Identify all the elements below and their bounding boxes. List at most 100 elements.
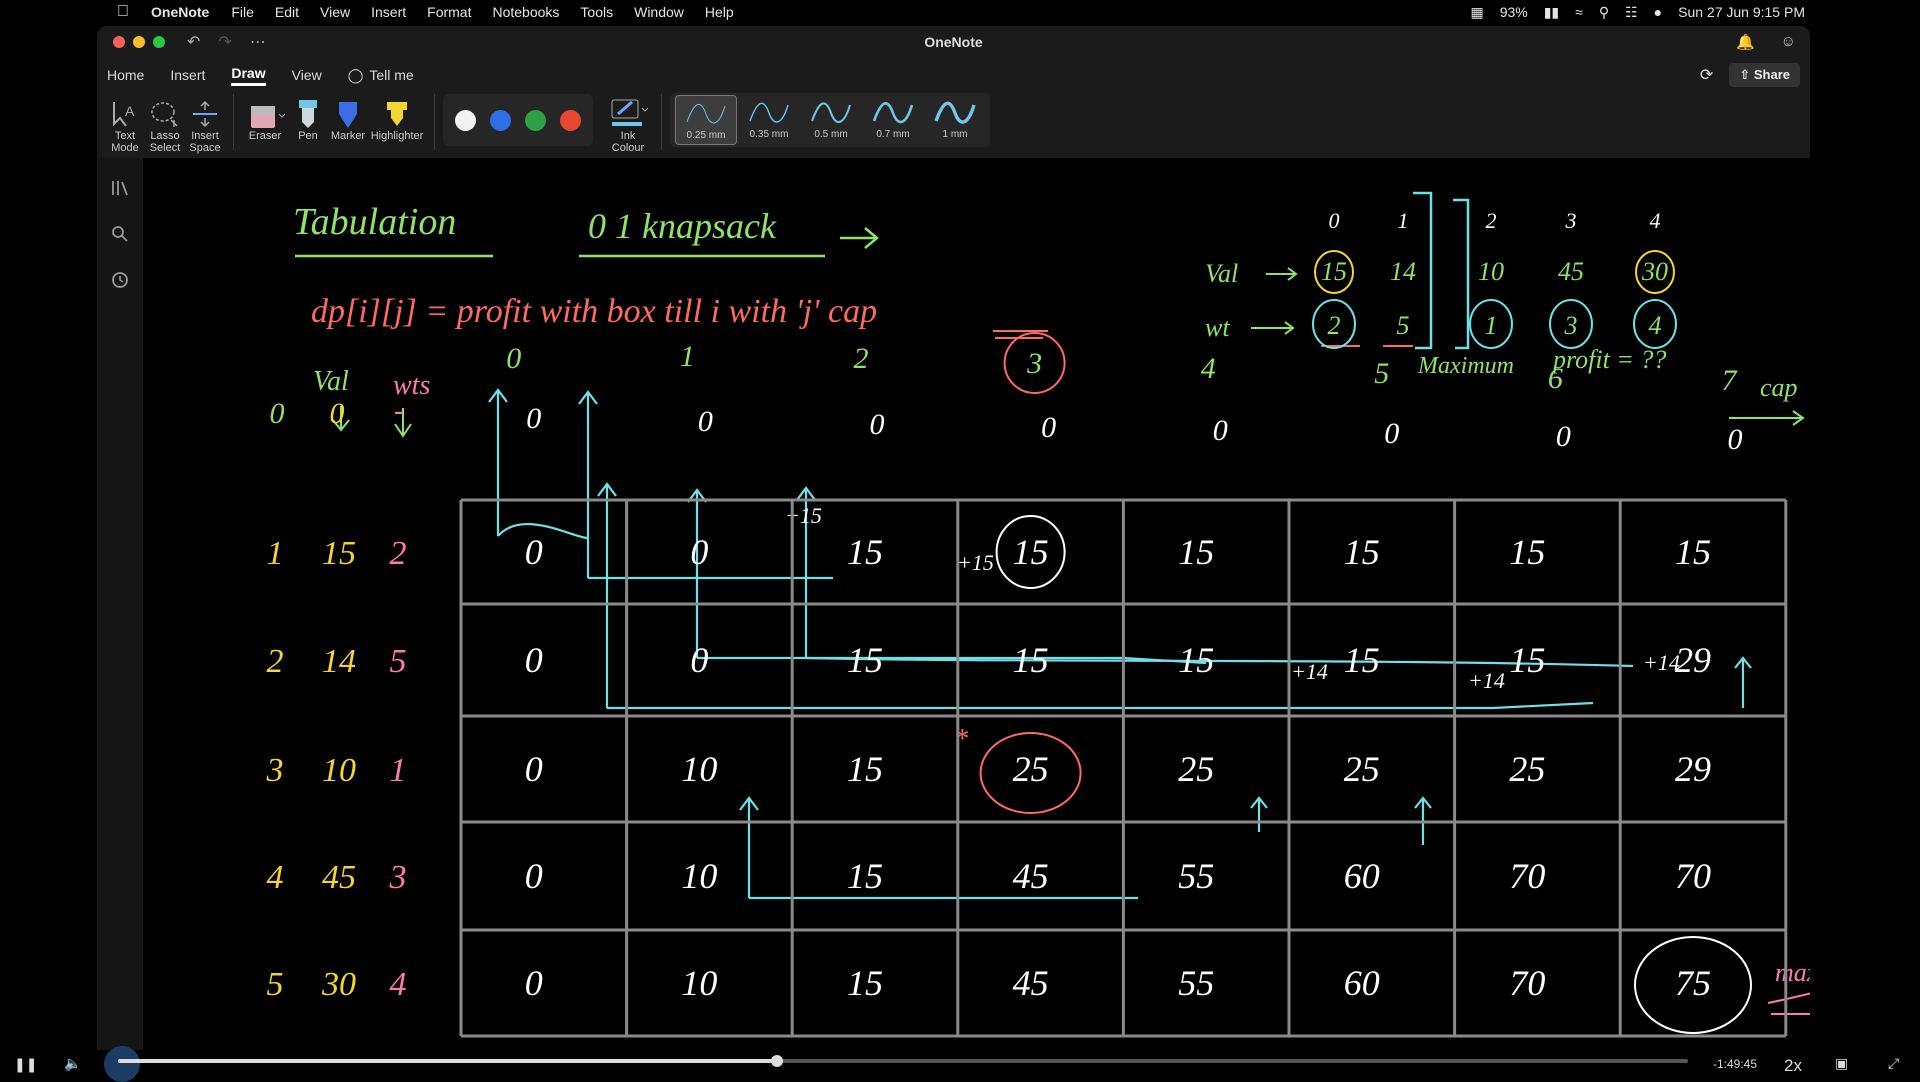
minimize-window-button[interactable] <box>133 36 145 48</box>
playback-speed-button[interactable]: 2x <box>1784 1056 1802 1076</box>
tab-insert[interactable]: Insert <box>170 67 205 83</box>
menu-window[interactable]: Window <box>634 4 684 20</box>
cap-axis-label: cap <box>1760 373 1798 402</box>
menu-file[interactable]: File <box>231 4 254 20</box>
lasso-select-button[interactable]: Lasso Select <box>145 92 185 154</box>
row-index: 4 <box>267 859 284 896</box>
dp-table-cell: 15 <box>1344 640 1380 680</box>
highlighter-button[interactable]: Highlighter <box>368 92 426 142</box>
close-window-button[interactable] <box>113 36 125 48</box>
marker-icon <box>339 102 357 128</box>
capacity-header: 2 <box>854 342 869 375</box>
clock-datetime[interactable]: Sun 27 Jun 9:15 PM <box>1678 4 1805 20</box>
siri-icon[interactable]: ● <box>1654 4 1662 20</box>
item-value: 10 <box>1478 257 1504 286</box>
color-swatch-red[interactable] <box>560 109 581 131</box>
stroke-preview-icon <box>934 101 976 124</box>
item-value: 15 <box>1321 257 1347 286</box>
item-value: 14 <box>1390 257 1416 286</box>
plus15-annotation: +15 <box>957 550 994 575</box>
wifi-icon[interactable]: ≈ <box>1575 4 1583 20</box>
battery-icon[interactable]: ▮▮ <box>1544 4 1559 21</box>
search-icon[interactable] <box>97 218 143 250</box>
highlighter-icon <box>387 102 407 126</box>
insert-space-button[interactable]: Insert Space <box>185 92 225 154</box>
row-value: 30 <box>321 966 356 1003</box>
menu-help[interactable]: Help <box>705 4 734 20</box>
dp-table-cell: 0 <box>525 640 543 680</box>
tell-me-label: Tell me <box>369 67 414 83</box>
dp-table-cell: 10 <box>681 963 717 1003</box>
plus15-annotation: +15 <box>785 503 822 528</box>
stroke-preview-icon <box>811 102 851 123</box>
zoom-window-button[interactable] <box>153 36 165 48</box>
row-index: 3 <box>266 752 284 789</box>
color-swatch-white[interactable] <box>455 109 476 131</box>
row-index: 5 <box>267 966 284 1003</box>
picture-in-picture-icon[interactable]: ▣ <box>1835 1055 1848 1072</box>
dp-table-cell: 70 <box>1509 856 1545 896</box>
menu-app-name[interactable]: OneNote <box>151 4 209 20</box>
feedback-smiley-icon[interactable]: ☺ <box>1781 33 1796 51</box>
tab-home[interactable]: Home <box>107 67 144 83</box>
pen-width-label: 0.5 mm <box>814 129 848 140</box>
menu-bar:  OneNote File Edit View Insert Format N… <box>97 0 1823 24</box>
menu-notebooks[interactable]: Notebooks <box>492 4 559 20</box>
capacity-header: 0 <box>506 342 521 375</box>
annotation-marks: +15 +15 +14 +14 +14 * max <box>785 503 1810 987</box>
menu-edit[interactable]: Edit <box>275 4 299 20</box>
exit-fullscreen-icon[interactable]: ⤢ <box>1888 1055 1899 1072</box>
item-weight: 2 <box>1328 311 1341 340</box>
capacity-header: 7 <box>1722 364 1739 397</box>
menu-insert[interactable]: Insert <box>371 4 406 20</box>
ink-colour-button[interactable]: Ink Colour <box>603 92 653 154</box>
undo-icon[interactable]: ↶ <box>187 32 200 52</box>
tab-view[interactable]: View <box>292 67 322 83</box>
dp-definition: dp[i][j] = profit with box till i with '… <box>311 293 877 330</box>
notification-bell-icon[interactable]: 🔔 <box>1736 33 1755 51</box>
capacity-header: 6 <box>1548 362 1563 395</box>
redo-icon[interactable]: ↷ <box>218 32 231 52</box>
pen-width-1[interactable]: 1 mm <box>925 95 985 145</box>
recent-clock-icon[interactable] <box>97 264 143 296</box>
pen-width-07[interactable]: 0.7 mm <box>863 95 923 145</box>
dp-table-cell: 0 <box>690 640 708 680</box>
text-mode-button[interactable]: A Text Mode <box>105 92 145 154</box>
tab-draw[interactable]: Draw <box>231 65 266 86</box>
pen-width-025[interactable]: 0.25 mm <box>675 95 737 145</box>
text-input-icon[interactable]: ▦ <box>1470 4 1483 21</box>
dp-table-cell: 15 <box>1344 532 1380 572</box>
menu-view[interactable]: View <box>320 4 350 20</box>
color-swatch-green[interactable] <box>525 109 546 131</box>
progress-fill <box>118 1059 778 1063</box>
player-cursor-indicator <box>104 1046 140 1082</box>
notebooks-icon[interactable] <box>97 172 143 204</box>
dp-table-cell: 60 <box>1344 963 1380 1003</box>
eraser-button[interactable]: Eraser <box>242 92 288 142</box>
color-swatch-blue[interactable] <box>490 109 511 131</box>
menu-tools[interactable]: Tools <box>580 4 613 20</box>
share-button[interactable]: ⇧ Share <box>1729 63 1800 87</box>
capacity-header: 5 <box>1374 357 1389 390</box>
pen-width-05[interactable]: 0.5 mm <box>801 95 861 145</box>
row-index: 0 <box>270 397 285 430</box>
more-options-icon[interactable]: ⋯ <box>250 32 266 52</box>
volume-icon[interactable]: 🔈 <box>64 1055 81 1072</box>
tell-me-search[interactable]: ◯ Tell me <box>348 67 414 84</box>
spotlight-search-icon[interactable]: ⚲ <box>1599 4 1609 21</box>
menu-format[interactable]: Format <box>427 4 471 20</box>
pause-icon[interactable]: ❚❚ <box>14 1056 37 1073</box>
ink-colour-label-2: Colour <box>611 142 645 154</box>
dp-table-cell: 15 <box>1178 532 1214 572</box>
pen-width-035[interactable]: 0.35 mm <box>739 95 799 145</box>
pen-button[interactable]: Pen <box>288 92 328 142</box>
progress-track[interactable] <box>118 1055 1688 1067</box>
item-index: 0 <box>1329 208 1340 233</box>
control-center-icon[interactable]: ☷ <box>1625 4 1638 21</box>
sync-icon[interactable]: ⟳ <box>1700 65 1713 85</box>
apple-icon[interactable]:  <box>117 3 137 21</box>
base-row-cell: 0 <box>870 408 885 441</box>
base-row-cell: 0 <box>526 402 541 435</box>
ink-canvas[interactable]: Tabulation 0 1 knapsack dp[i][j] = profi… <box>143 158 1810 1054</box>
marker-button[interactable]: Marker <box>328 92 368 142</box>
